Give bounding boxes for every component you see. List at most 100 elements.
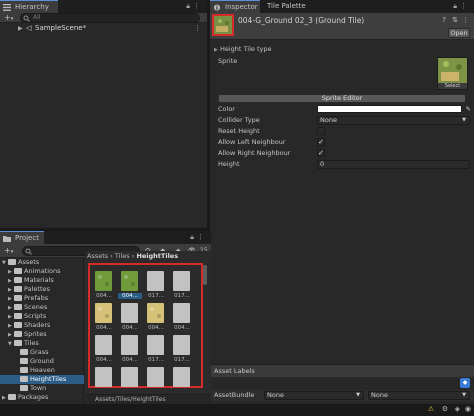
tile-asset[interactable] xyxy=(121,303,138,323)
tree-item[interactable]: ▶ Animations xyxy=(0,267,84,276)
collider-type-dropdown[interactable]: None ▼ xyxy=(317,115,470,125)
hierarchy-search-input[interactable]: All xyxy=(20,13,200,23)
tree-item[interactable]: Ground xyxy=(0,357,84,366)
activity-icon[interactable]: ◉ xyxy=(465,405,471,413)
tree-item[interactable]: HeightTiles xyxy=(0,375,84,384)
tree-item[interactable]: ▶ Palettes xyxy=(0,285,84,294)
folder-icon xyxy=(20,376,28,382)
open-button[interactable]: Open xyxy=(448,28,470,38)
eyedropper-icon[interactable]: ✎ xyxy=(466,104,471,114)
tile-asset[interactable] xyxy=(173,335,190,355)
tile-asset[interactable] xyxy=(173,271,190,291)
tree-item-label: Grass xyxy=(30,348,49,356)
tree-item[interactable]: ▶ Scripts xyxy=(0,312,84,321)
tree-item[interactable]: ▼ Assets xyxy=(0,258,84,267)
tile-asset[interactable] xyxy=(147,367,164,387)
tile-asset[interactable] xyxy=(95,367,112,387)
collider-type-label: Collider Type xyxy=(218,116,260,124)
tile-asset[interactable] xyxy=(121,367,138,387)
tile-preview-icon xyxy=(214,16,232,34)
grid-scrollbar[interactable] xyxy=(203,265,207,285)
tree-item[interactable]: Grass xyxy=(0,348,84,357)
asset-bundle-row: AssetBundle None ▼ None ▼ xyxy=(210,390,474,401)
settings-icon[interactable]: ⚙ xyxy=(442,405,448,413)
tree-item[interactable]: ▶ Sprites xyxy=(0,330,84,339)
notification-icon[interactable]: ⚠ xyxy=(428,405,434,413)
tab-tile-palette[interactable]: Tile Palette xyxy=(262,0,312,13)
tile-asset[interactable] xyxy=(95,271,112,291)
expand-arrow-icon[interactable]: ▶ xyxy=(18,23,23,34)
tile-asset[interactable] xyxy=(95,303,112,323)
asset-variant-dropdown[interactable]: None ▼ xyxy=(368,391,470,400)
folder-icon xyxy=(8,394,16,400)
help-icon[interactable]: ? xyxy=(442,16,446,24)
tab-project[interactable]: Project xyxy=(0,231,44,244)
tile-label: 004... xyxy=(96,325,112,331)
scene-row[interactable]: ▶ ◁ SampleScene* ⋮ xyxy=(0,23,207,34)
scene-menu-icon[interactable]: ⋮ xyxy=(194,23,201,34)
project-window-controls[interactable]: 🔒︎⋮ xyxy=(190,233,207,242)
asset-bundle-dropdown[interactable]: None ▼ xyxy=(264,391,364,400)
sprite-picker[interactable]: Select xyxy=(437,57,468,90)
checkmark-icon: ✓ xyxy=(318,138,324,146)
tile-asset[interactable] xyxy=(121,335,138,355)
label-tag-button[interactable]: ◆ xyxy=(460,378,470,388)
tree-item[interactable]: ▶ Scenes xyxy=(0,303,84,312)
height-field[interactable]: 0 xyxy=(317,159,470,169)
tab-hierarchy[interactable]: Hierarchy xyxy=(0,0,58,13)
tile-label: 004... xyxy=(96,357,112,363)
tile-asset[interactable] xyxy=(173,303,190,323)
menu-icon[interactable]: ⋮ xyxy=(193,2,203,10)
menu-icon[interactable]: ⋮ xyxy=(197,233,207,241)
lock-icon[interactable]: 🔒︎ xyxy=(186,2,193,10)
allow-right-checkbox[interactable]: ✓ xyxy=(317,149,325,157)
tree-item[interactable]: ▶ Packages xyxy=(0,393,84,402)
search-placeholder: All xyxy=(33,14,41,21)
inspector-window-controls[interactable]: 🔒︎⋮ xyxy=(453,2,470,11)
folder-icon xyxy=(20,385,28,391)
tile-asset[interactable] xyxy=(147,335,164,355)
menu-icon[interactable]: ⋮ xyxy=(462,16,469,24)
lock-icon[interactable]: 🔒︎ xyxy=(453,2,460,10)
tag-icon: ◆ xyxy=(462,379,468,386)
asset-labels-bar[interactable]: Asset Labels xyxy=(210,364,474,377)
tab-inspector-label: Inspector xyxy=(225,3,258,11)
section-header[interactable]: ▶ Height Tile type xyxy=(210,44,474,54)
tree-item-label: HeightTiles xyxy=(30,375,67,383)
allow-left-checkbox[interactable]: ✓ xyxy=(317,138,325,146)
preset-icon[interactable]: ⇅ xyxy=(452,16,458,24)
tree-item-label: Town xyxy=(30,384,47,392)
create-asset-button[interactable]: +▾ xyxy=(4,246,13,257)
search-icon xyxy=(23,15,30,22)
sprite-select-label[interactable]: Select xyxy=(438,83,467,89)
tile-asset[interactable] xyxy=(121,271,138,291)
tree-item[interactable]: ▶ Prefabs xyxy=(0,294,84,303)
folder-icon xyxy=(14,322,22,328)
tile-asset[interactable] xyxy=(173,367,190,387)
lock-icon[interactable]: 🔒︎ xyxy=(190,233,197,241)
folder-icon xyxy=(20,349,28,355)
tree-item[interactable]: ▶ Shaders xyxy=(0,321,84,330)
tile-asset[interactable] xyxy=(147,303,164,323)
tree-item[interactable]: ▶ Materials xyxy=(0,276,84,285)
tree-item[interactable]: Heaven xyxy=(0,366,84,375)
inspector-tabbar: Inspector Tile Palette 🔒︎⋮ xyxy=(210,0,474,13)
breadcrumb-assets[interactable]: Assets xyxy=(87,252,108,260)
tile-asset[interactable] xyxy=(147,271,164,291)
tile-asset[interactable] xyxy=(95,335,112,355)
breadcrumb-heighttiles[interactable]: HeightTiles xyxy=(136,252,178,260)
reset-height-checkbox[interactable] xyxy=(317,127,325,135)
tree-item[interactable]: ▼ Tiles xyxy=(0,339,84,348)
folder-tree: ▼ Assets ▶ Animations ▶ Materials ▶ Palettes ▶ Pr… xyxy=(0,258,84,404)
color-field[interactable] xyxy=(317,105,462,113)
breadcrumb-tiles[interactable]: Tiles xyxy=(115,252,130,260)
cache-icon[interactable]: ◈ xyxy=(455,405,460,413)
tree-item[interactable]: Town xyxy=(0,384,84,393)
tab-inspector[interactable]: Inspector xyxy=(210,0,260,13)
hierarchy-window-controls[interactable]: 🔒︎⋮ xyxy=(186,2,203,11)
sprite-editor-button[interactable]: Sprite Editor xyxy=(218,94,466,103)
tile-label: 017... xyxy=(148,293,164,299)
breadcrumb: Assets › Tiles › HeightTiles xyxy=(87,251,178,261)
menu-icon[interactable]: ⋮ xyxy=(460,2,470,10)
tree-item-label: Ground xyxy=(30,357,54,365)
